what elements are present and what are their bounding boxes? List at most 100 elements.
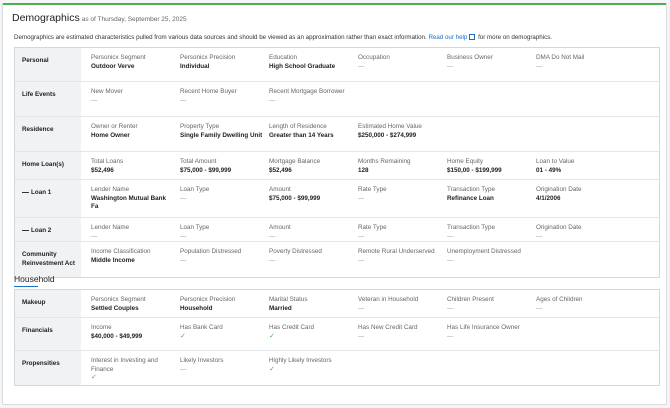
field-months-remaining: Months Remaining 128 <box>358 158 442 175</box>
field-label: Total Loans <box>91 158 124 165</box>
empty-value: — <box>536 304 543 312</box>
empty-value: — <box>180 256 187 264</box>
row-label: Loan 2 <box>15 218 81 241</box>
field-remote-rural-underserved: Remote Rural Underserved — <box>358 248 442 265</box>
row-label: Loan 1 <box>15 180 81 217</box>
field-amount: Amount $75,000 - $99,999 <box>269 186 353 203</box>
field-personicx-precision: Personicx Precision Individual <box>180 54 264 71</box>
field-label: Rate Type <box>358 224 387 231</box>
field-label: New Mover <box>91 88 123 95</box>
panel-header: Demographics as of Thursday, September 25… <box>12 12 187 24</box>
field-label: Amount <box>269 186 291 193</box>
field-value: High School Graduate <box>269 62 336 70</box>
row-cells: Personicx Segment Outdoor Verve Personicx … <box>81 48 659 81</box>
row-propensities: Propensities Interest in Investing and Fi… <box>15 350 659 385</box>
row-label-text: Propensities <box>22 360 60 367</box>
field-value: Refinance Loan <box>447 194 494 202</box>
field-label: Highly Likely Investors <box>269 357 332 364</box>
empty-value: — <box>447 232 454 240</box>
row-financials: Financials Income $40,000 - $49,999 Has Ban… <box>15 317 659 350</box>
field-label: Population Distressed <box>180 248 242 255</box>
field-total-amount: Total Amount $75,000 - $99,999 <box>180 158 264 175</box>
field-marital-status: Marital Status Married <box>269 296 353 313</box>
field-label: Income Classification <box>91 248 151 255</box>
field-label: Length of Residence <box>269 123 327 130</box>
field-value: Washington Mutual Bank Fa <box>91 194 166 211</box>
field-value: Home Owner <box>91 131 130 139</box>
field-personicx-segment: Personicx Segment Settled Couples <box>91 296 175 313</box>
field-label: Poverty Distressed <box>269 248 322 255</box>
row-cells: Income Classification Middle Income Popula… <box>81 242 659 277</box>
row-home-loan-s: Home Loan(s) Total Loans $52,496 Total Amou… <box>15 151 659 179</box>
empty-value: — <box>447 304 454 312</box>
field-property-type: Property Type Single Family Dwelling Unit <box>180 123 264 140</box>
field-personicx-precision: Personicx Precision Household <box>180 296 264 313</box>
row-cells: New Mover — Recent Home Buyer — Recent Mortg… <box>81 82 659 116</box>
field-has-credit-card: Has Credit Card ✓ <box>269 324 353 341</box>
field-interest-in-investing-and-finance: Interest in Investing and Finance ✓ <box>91 357 175 383</box>
field-label: Owner or Renter <box>91 123 138 130</box>
row-label: Residence <box>15 117 81 151</box>
field-label: Personicx Segment <box>91 54 146 61</box>
help-link[interactable]: Read our help <box>428 34 467 41</box>
row-label-text: Makeup <box>22 299 46 306</box>
empty-value: — <box>180 232 187 240</box>
field-label: Marital Status <box>269 296 308 303</box>
row-label: Life Events <box>15 82 81 116</box>
field-origination-date: Origination Date — <box>536 224 620 241</box>
row-cells: Total Loans $52,496 Total Amount $75,000 - … <box>81 152 659 179</box>
field-value: Outdoor Verve <box>91 62 135 70</box>
field-label: Loan Type <box>180 224 210 231</box>
row-label-text: Loan 1 <box>31 189 52 196</box>
empty-value: — <box>269 96 276 104</box>
field-value: Individual <box>180 62 210 70</box>
field-value: $75,000 - $99,999 <box>269 194 321 202</box>
field-children-present: Children Present — <box>447 296 531 313</box>
field-has-new-credit-card: Has New Credit Card — <box>358 324 442 341</box>
field-label: Lender Name <box>91 186 130 193</box>
field-loan-to-value: Loan to Value 01 - 49% <box>536 158 620 175</box>
field-lender-name: Lender Name — <box>91 224 175 241</box>
row-loan-1: Loan 1 Lender Name Washington Mutual Bank … <box>15 179 659 217</box>
household-underline <box>14 286 38 287</box>
field-label: Transaction Type <box>447 224 495 231</box>
external-link-icon[interactable] <box>469 34 476 40</box>
row-cells: Owner or Renter Home Owner Property Type Si… <box>81 117 659 151</box>
field-value: Settled Couples <box>91 304 139 312</box>
field-new-mover: New Mover — <box>91 88 175 105</box>
empty-value: — <box>358 304 365 312</box>
field-label: Income <box>91 324 112 331</box>
field-unemployment-distressed: Unemployment Distressed — <box>447 248 531 265</box>
field-label: Education <box>269 54 298 61</box>
field-transaction-type: Transaction Type Refinance Loan <box>447 186 531 203</box>
field-label: Likely Investors <box>180 357 224 364</box>
row-label: Personal <box>15 48 81 81</box>
empty-value: — <box>447 256 454 264</box>
row-label: Propensities <box>15 351 81 385</box>
row-label-text: Life Events <box>22 91 56 98</box>
row-cells: Income $40,000 - $49,999 Has Bank Card ✓ Has… <box>81 318 659 350</box>
row-label: Makeup <box>15 290 81 317</box>
row-cells: Personicx Segment Settled Couples Personic… <box>81 290 659 317</box>
empty-value: — <box>180 194 187 202</box>
page-title: Demographics <box>12 12 80 24</box>
field-owner-or-renter: Owner or Renter Home Owner <box>91 123 175 140</box>
field-highly-likely-investors: Highly Likely Investors ✓ <box>269 357 353 374</box>
empty-value: — <box>358 62 365 70</box>
field-label: Lender Name <box>91 224 130 231</box>
row-cells: Lender Name Washington Mutual Bank Fa Loan… <box>81 180 659 217</box>
empty-value: — <box>91 232 98 240</box>
field-home-equity: Home Equity $150,00 - $199,999 <box>447 158 531 175</box>
intro-text-after: for more on demographics. <box>478 34 553 41</box>
row-community-reinvestment-act: Community Reinvestment Act Income Classif… <box>15 241 659 277</box>
field-label: Amount <box>269 224 291 231</box>
field-value: 01 - 49% <box>536 166 562 174</box>
field-loan-type: Loan Type — <box>180 186 264 203</box>
field-label: Mortgage Balance <box>269 158 321 165</box>
field-label: Personicx Precision <box>180 54 236 61</box>
field-label: Remote Rural Underserved <box>358 248 435 255</box>
check-icon: ✓ <box>269 365 275 373</box>
field-business-owner: Business Owner — <box>447 54 531 71</box>
field-label: Business Owner <box>447 54 493 61</box>
field-label: Personicx Precision <box>180 296 236 303</box>
